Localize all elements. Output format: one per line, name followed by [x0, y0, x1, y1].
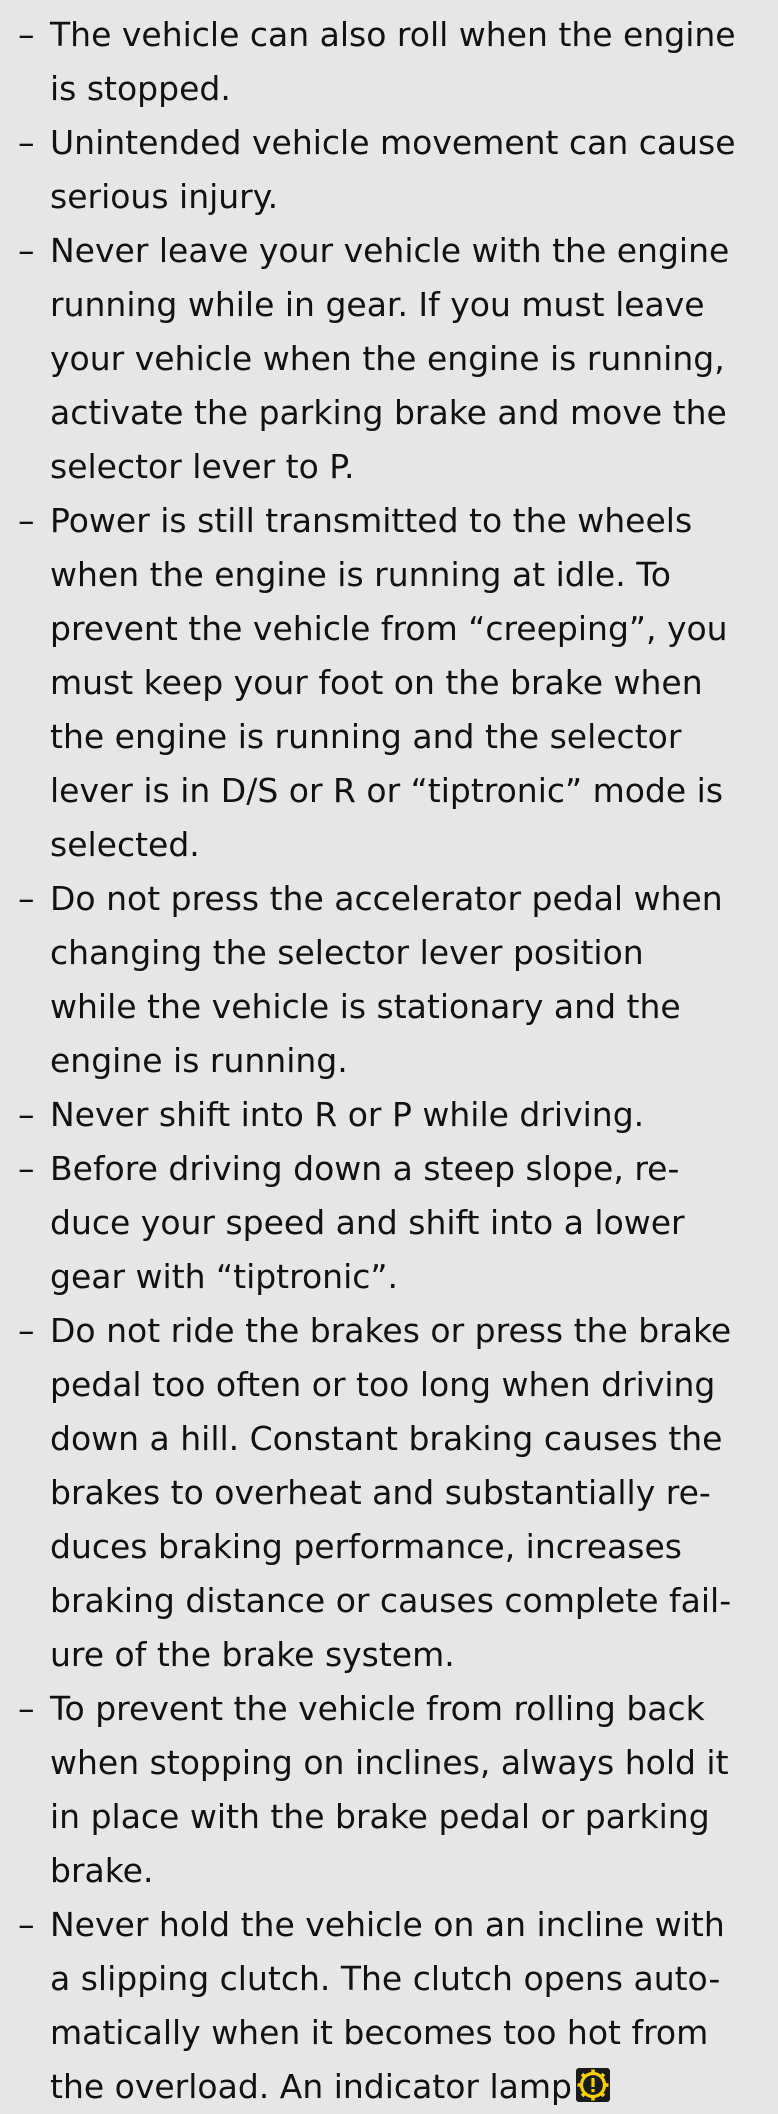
text-line: must keep your foot on the brake when	[50, 663, 703, 702]
text-line: Before driving down a steep slope, re-	[50, 1149, 680, 1188]
text-line: matically when it becomes too hot from	[50, 2013, 709, 2052]
list-item: – Power is still transmitted to the whee…	[0, 494, 778, 872]
text-line: Never hold the vehicle on an incline wit…	[50, 1905, 725, 1944]
dash: –	[18, 123, 35, 162]
text-line: when stopping on inclines, always hold i…	[50, 1743, 729, 1782]
text-line: the overload. An indicator lamp	[50, 2067, 572, 2106]
dash: –	[18, 1311, 35, 1350]
text-line: engine is running.	[50, 1041, 348, 1080]
warning-list: – The vehicle can also roll when the eng…	[0, 8, 778, 2114]
text-line: To prevent the vehicle from rolling back	[50, 1689, 705, 1728]
text-line: when the engine is running at idle. To	[50, 555, 671, 594]
list-item: – The vehicle can also roll when the eng…	[0, 8, 778, 116]
dash: –	[18, 1905, 35, 1944]
text-line: duce your speed and shift into a lower	[50, 1203, 685, 1242]
text-line: a slipping clutch. The clutch opens auto…	[50, 1959, 721, 1998]
text-line: in place with the brake pedal or parking	[50, 1797, 710, 1836]
text-line: serious injury.	[50, 177, 279, 216]
text-line: while the vehicle is stationary and the	[50, 987, 681, 1026]
dash: –	[18, 1689, 35, 1728]
dash: –	[18, 1149, 35, 1188]
text-line: running while in gear. If you must leave	[50, 285, 705, 324]
text-line: Never leave your vehicle with the engine	[50, 231, 730, 270]
dash: –	[18, 501, 35, 540]
list-item: – Before driving down a steep slope, re-…	[0, 1142, 778, 1304]
text-line: ure of the brake system.	[50, 1635, 455, 1674]
list-item: – Never hold the vehicle on an incline w…	[0, 1898, 778, 2114]
text-line: Do not ride the brakes or press the brak…	[50, 1311, 732, 1350]
text-line: Power is still transmitted to the wheels	[50, 501, 693, 540]
document-page: – The vehicle can also roll when the eng…	[0, 0, 778, 2113]
text-line: duces braking performance, increases	[50, 1527, 682, 1566]
list-item: – Never shift into R or P while driving.	[0, 1088, 778, 1142]
text-line: selected.	[50, 825, 200, 864]
list-item: – To prevent the vehicle from rolling ba…	[0, 1682, 778, 1898]
text-line: brakes to overheat and substantially re-	[50, 1473, 711, 1512]
text-line: selector lever to P.	[50, 447, 355, 486]
text-line: pedal too often or too long when driving	[50, 1365, 716, 1404]
text-line: activate the parking brake and move the	[50, 393, 727, 432]
text-line: down a hill. Constant braking causes the	[50, 1419, 723, 1458]
transmission-warning-icon	[575, 2068, 610, 2102]
dash: –	[18, 15, 35, 54]
text-line: Never shift into R or P while driving.	[50, 1095, 645, 1134]
text-line: your vehicle when the engine is running,	[50, 339, 725, 378]
text-line: The vehicle can also roll when the engin…	[50, 15, 736, 54]
text-line: the engine is running and the selector	[50, 717, 682, 756]
text-line: braking distance or causes complete fail…	[50, 1581, 732, 1620]
text-line: gear with “tiptronic”.	[50, 1257, 398, 1296]
dash: –	[18, 1095, 35, 1134]
dash: –	[18, 879, 35, 918]
text-line: prevent the vehicle from “creeping”, you	[50, 609, 728, 648]
list-item: – Unintended vehicle movement can cause …	[0, 116, 778, 224]
text-line: changing the selector lever position	[50, 933, 644, 972]
text-line-with-icon: the overload. An indicator lamp	[50, 2060, 764, 2114]
text-line: is stopped.	[50, 69, 231, 108]
text-line: Unintended vehicle movement can cause	[50, 123, 736, 162]
list-item: – Never leave your vehicle with the engi…	[0, 224, 778, 494]
text-line: lever is in D/S or R or “tiptronic” mode…	[50, 771, 724, 810]
list-item: – Do not press the accelerator pedal whe…	[0, 872, 778, 1088]
text-line: Do not press the accelerator pedal when	[50, 879, 723, 918]
text-line: brake.	[50, 1851, 154, 1890]
list-item: – Do not ride the brakes or press the br…	[0, 1304, 778, 1682]
dash: –	[18, 231, 35, 270]
